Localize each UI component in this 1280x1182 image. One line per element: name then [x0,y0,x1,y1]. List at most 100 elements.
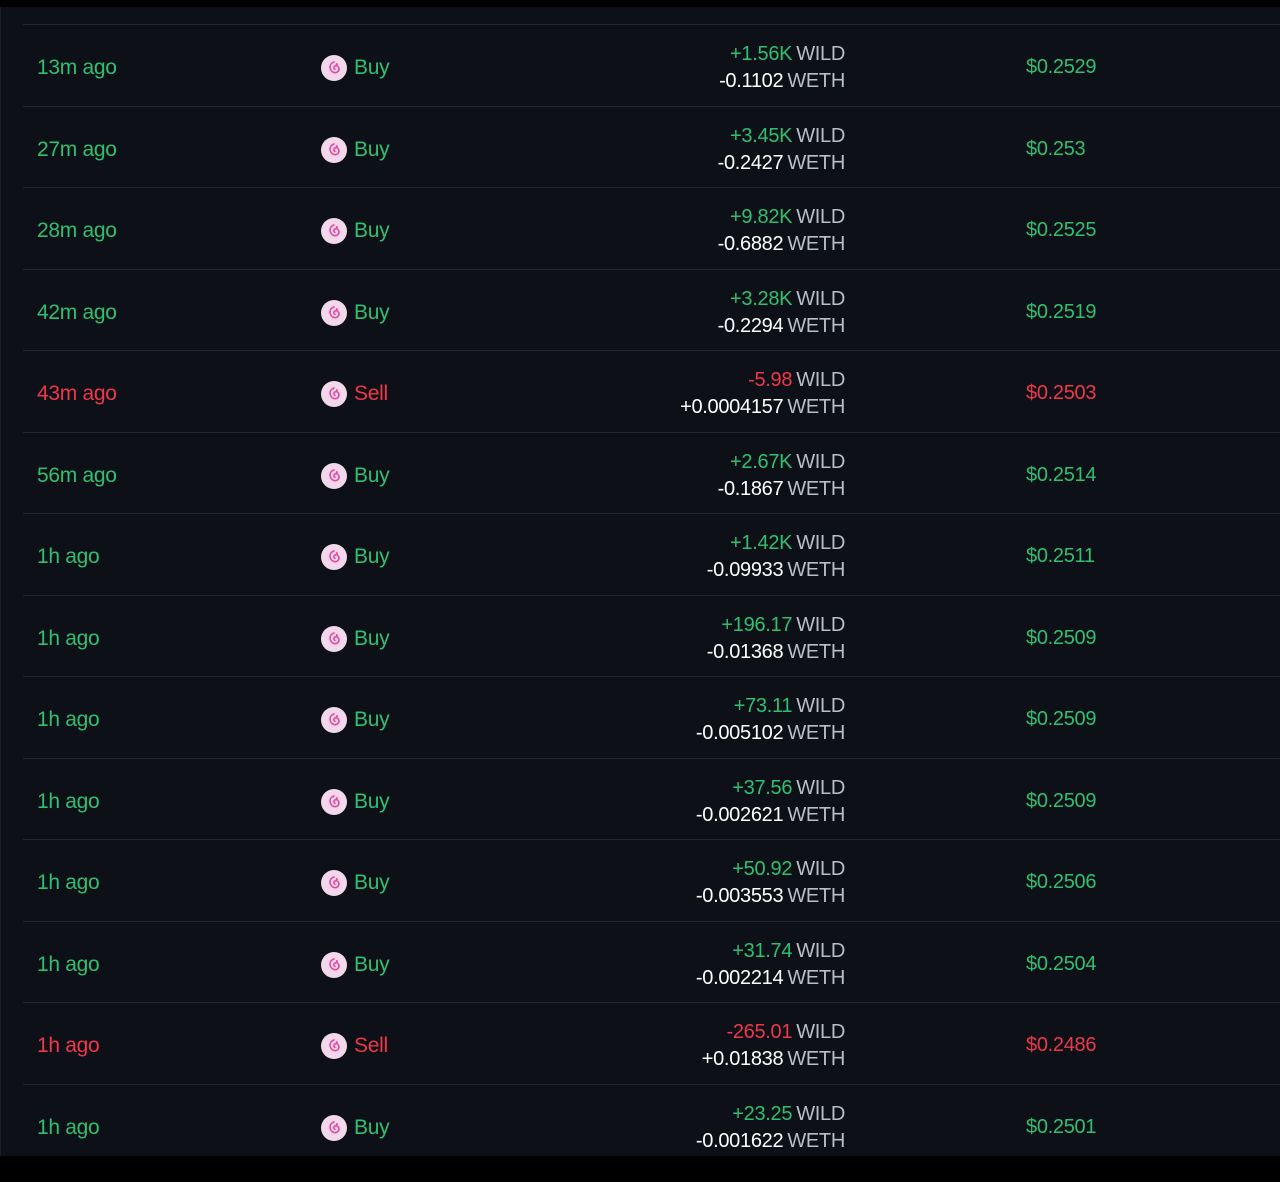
base-amount: -0.2294 [717,314,784,337]
base-amount-line: -0.1867 WETH [718,476,846,503]
trade-side-label: Buy [354,56,390,79]
trade-side: Buy [321,543,390,571]
trade-price: $0.2509 [1026,626,1097,649]
token-amount: +3.28K [730,287,793,310]
trade-row[interactable]: 42m ago Buy +3.28K WILD -0.2294 WETH $0.… [23,270,1280,351]
trade-side-label: Sell [354,1034,388,1057]
uniswap-icon [321,625,347,652]
trade-row[interactable]: 13m ago Buy +1.56K WILD -0.1102 WETH $0.… [23,25,1280,107]
uniswap-icon [321,299,347,326]
token-unit: WILD [796,858,845,880]
trade-side-label: Buy [354,626,390,650]
trade-row[interactable]: 28m ago Buy +9.82K WILD -0.6882 WETH $0.… [23,188,1280,270]
trade-side-label: Buy [354,463,390,487]
base-amount: -0.005102 [695,722,784,744]
trade-row[interactable]: 56m ago Buy +2.67K WILD -0.1867 WETH $0.… [23,433,1280,514]
uniswap-icon [321,544,347,570]
trade-row[interactable]: 1h ago Buy +23.25 WILD -0.001622 WETH $0… [23,1085,1280,1157]
trade-amounts: +23.25 WILD -0.001622 WETH [696,1101,845,1155]
token-amount-line: +196.17 WILD [707,612,845,639]
trade-time: 1h ago [37,708,100,731]
trade-price: $0.2486 [1026,1034,1097,1056]
trades-list: 13m ago Buy +1.56K WILD -0.1102 WETH $0.… [1,25,1280,1156]
trade-row[interactable]: 43m ago Sell -5.98 WILD +0.0004157 WETH … [23,351,1280,433]
uniswap-icon [321,707,347,733]
trade-side: Buy [321,217,390,245]
trade-time: 1h ago [37,871,100,894]
trade-side-label: Buy [354,545,390,568]
base-unit: WETH [787,722,845,744]
base-unit: WETH [787,966,845,989]
token-amount: +31.74 [732,939,793,962]
trade-side-label: Buy [354,1115,390,1139]
token-unit: WILD [796,695,845,717]
token-amount: +2.67K [730,450,793,473]
trade-row[interactable]: 1h ago Sell -265.01 WILD +0.01838 WETH $… [23,1003,1280,1085]
base-amount: -0.6882 [717,233,784,255]
trade-row[interactable]: 1h ago Buy +31.74 WILD -0.002214 WETH $0… [23,922,1280,1003]
uniswap-icon [321,381,347,407]
token-amount: +196.17 [721,613,793,636]
trade-amounts: +50.92 WILD -0.003553 WETH [696,856,845,910]
trade-amounts: +1.42K WILD -0.09933 WETH [707,530,846,584]
trade-time: 1h ago [37,1115,100,1139]
token-unit: WILD [796,450,845,473]
trade-row[interactable]: 1h ago Buy +37.56 WILD -0.002621 WETH $0… [23,759,1280,840]
token-amount-line: +73.11 WILD [696,693,846,720]
trade-price: $0.2503 [1026,382,1097,404]
trade-side: Buy [321,299,390,327]
base-amount: -0.001622 [695,1129,784,1152]
bottom-bar [0,1156,1280,1182]
trade-side: Buy [321,136,390,164]
token-amount-line: +37.56 WILD [696,775,845,802]
trade-time: 27m ago [37,137,117,161]
token-amount-line: -265.01 WILD [702,1019,845,1046]
base-unit: WETH [787,314,845,337]
trade-side: Buy [321,869,390,897]
token-amount: +9.82K [730,206,793,228]
trade-time: 1h ago [37,952,100,976]
base-unit: WETH [787,640,845,663]
token-amount: +1.42K [730,532,793,554]
trade-row[interactable]: 27m ago Buy +3.45K WILD -0.2427 WETH $0.… [23,107,1280,188]
base-amount: +0.01838 [701,1048,784,1070]
token-amount-line: -5.98 WILD [680,367,845,394]
trade-side-label: Buy [354,137,390,161]
token-amount-line: +50.92 WILD [696,856,845,883]
trade-amounts: +2.67K WILD -0.1867 WETH [718,449,846,503]
trade-side-label: Buy [354,219,390,242]
uniswap-icon [321,136,347,163]
trade-side-label: Sell [354,382,388,405]
trade-amounts: -5.98 WILD +0.0004157 WETH [680,367,845,421]
base-unit: WETH [787,803,845,826]
base-amount: -0.01368 [706,640,784,663]
base-unit: WETH [787,396,845,418]
trade-time: 56m ago [37,463,117,487]
trade-row[interactable]: 1h ago Buy +196.17 WILD -0.01368 WETH $0… [23,596,1280,677]
token-amount-line: +1.42K WILD [707,530,845,557]
token-unit: WILD [796,613,845,636]
token-unit: WILD [796,43,845,65]
token-unit: WILD [796,1021,845,1043]
token-amount-line: +23.25 WILD [696,1101,845,1128]
trade-side: Buy [321,788,390,816]
trade-time: 43m ago [37,382,117,405]
token-unit: WILD [796,939,845,962]
token-amount-line: +1.56K WILD [719,41,845,68]
trades-panel: 13m ago Buy +1.56K WILD -0.1102 WETH $0.… [0,7,1280,1156]
token-amount: +37.56 [732,776,793,799]
base-unit: WETH [787,233,845,255]
trade-side: Sell [321,380,388,408]
trade-price: $0.2509 [1026,708,1097,730]
base-amount-line: -0.09933 WETH [707,557,846,584]
trade-row[interactable]: 1h ago Buy +50.92 WILD -0.003553 WETH $0… [23,840,1280,922]
trade-row[interactable]: 1h ago Buy +73.11 WILD -0.005102 WETH $0… [23,677,1280,759]
token-amount-line: +9.82K WILD [718,204,845,231]
trade-price: $0.2529 [1026,56,1097,78]
uniswap-icon [321,951,347,978]
base-amount-line: +0.0004157 WETH [680,394,845,421]
trade-time: 1h ago [37,626,100,650]
base-unit: WETH [787,1048,845,1070]
trade-row[interactable]: 1h ago Buy +1.42K WILD -0.09933 WETH $0.… [23,514,1280,596]
token-unit: WILD [796,124,845,147]
